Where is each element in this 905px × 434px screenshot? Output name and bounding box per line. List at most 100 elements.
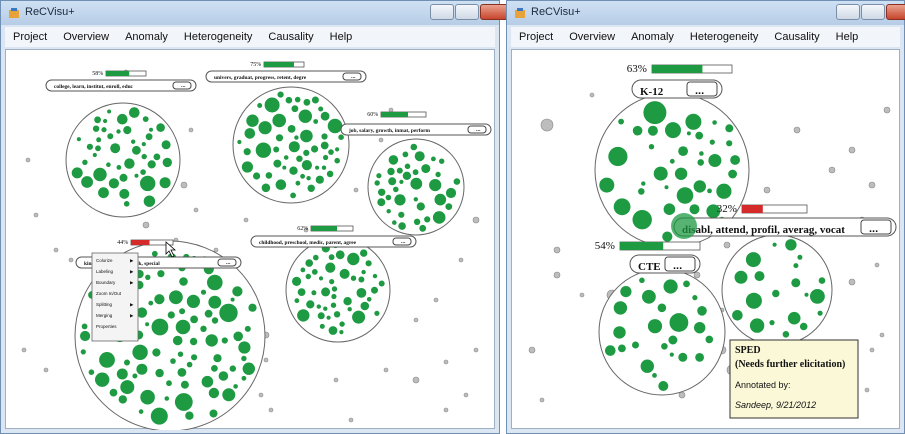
outlier-node[interactable] bbox=[763, 186, 771, 194]
outlier-node[interactable] bbox=[848, 278, 856, 286]
document-node[interactable] bbox=[632, 210, 652, 230]
document-node[interactable] bbox=[294, 96, 301, 103]
document-node[interactable] bbox=[306, 176, 311, 181]
document-node[interactable] bbox=[232, 286, 243, 297]
document-node[interactable] bbox=[431, 156, 436, 162]
document-node[interactable] bbox=[360, 301, 370, 311]
document-node[interactable] bbox=[402, 171, 412, 180]
document-node[interactable] bbox=[273, 159, 282, 168]
outlier-node[interactable] bbox=[553, 246, 561, 254]
outlier-node[interactable] bbox=[443, 407, 449, 413]
outlier-node[interactable] bbox=[21, 347, 27, 353]
document-node[interactable] bbox=[328, 149, 334, 155]
document-node[interactable] bbox=[132, 373, 138, 379]
document-node[interactable] bbox=[156, 123, 165, 132]
document-node[interactable] bbox=[620, 286, 632, 298]
document-node[interactable] bbox=[692, 295, 698, 301]
document-node[interactable] bbox=[116, 129, 121, 134]
document-node[interactable] bbox=[613, 198, 631, 216]
document-node[interactable] bbox=[671, 213, 697, 239]
document-node[interactable] bbox=[255, 142, 272, 158]
document-node[interactable] bbox=[248, 303, 257, 312]
document-node[interactable] bbox=[810, 289, 825, 304]
document-node[interactable] bbox=[799, 322, 808, 331]
document-node[interactable] bbox=[705, 335, 714, 344]
document-node[interactable] bbox=[347, 307, 352, 312]
document-node[interactable] bbox=[95, 145, 101, 152]
document-node[interactable] bbox=[207, 274, 223, 291]
document-node[interactable] bbox=[347, 252, 360, 266]
document-node[interactable] bbox=[297, 309, 310, 322]
menu-causality[interactable]: Causality bbox=[766, 31, 827, 43]
document-node[interactable] bbox=[282, 165, 287, 170]
document-node[interactable] bbox=[335, 147, 340, 152]
document-node[interactable] bbox=[200, 325, 207, 332]
document-node[interactable] bbox=[123, 201, 130, 207]
document-node[interactable] bbox=[315, 165, 320, 170]
document-node[interactable] bbox=[155, 368, 164, 378]
document-node[interactable] bbox=[398, 211, 405, 218]
document-node[interactable] bbox=[745, 252, 761, 268]
outlier-node[interactable] bbox=[473, 347, 479, 353]
document-node[interactable] bbox=[365, 260, 372, 267]
document-node[interactable] bbox=[643, 101, 667, 125]
document-node[interactable] bbox=[661, 343, 668, 350]
document-node[interactable] bbox=[745, 292, 762, 309]
document-node[interactable] bbox=[434, 193, 447, 206]
document-node[interactable] bbox=[186, 294, 200, 308]
document-node[interactable] bbox=[393, 186, 399, 193]
document-node[interactable] bbox=[99, 352, 115, 368]
context-menu-item[interactable]: Colorize bbox=[96, 258, 113, 263]
document-node[interactable] bbox=[98, 187, 109, 199]
document-node[interactable] bbox=[429, 179, 442, 192]
document-node[interactable] bbox=[641, 181, 646, 186]
outlier-node[interactable] bbox=[413, 317, 419, 323]
menu-help[interactable]: Help bbox=[322, 31, 361, 43]
document-node[interactable] bbox=[642, 289, 656, 304]
document-node[interactable] bbox=[145, 274, 151, 280]
document-node[interactable] bbox=[303, 98, 311, 106]
document-node[interactable] bbox=[709, 139, 715, 145]
document-node[interactable] bbox=[140, 389, 155, 405]
document-node[interactable] bbox=[108, 178, 119, 189]
document-node[interactable] bbox=[124, 359, 130, 366]
document-node[interactable] bbox=[141, 142, 146, 147]
cluster-map[interactable]: 63% K-12 ... 32% disabl, attend, profil, ave… bbox=[512, 50, 901, 430]
document-node[interactable] bbox=[648, 144, 655, 150]
minimize-button[interactable] bbox=[430, 4, 454, 20]
document-node[interactable] bbox=[318, 106, 324, 112]
document-node[interactable] bbox=[334, 157, 341, 164]
outlier-node[interactable] bbox=[883, 106, 891, 114]
document-node[interactable] bbox=[237, 139, 242, 145]
document-node[interactable] bbox=[319, 323, 325, 329]
document-node[interactable] bbox=[321, 133, 328, 140]
document-node[interactable] bbox=[313, 254, 319, 261]
document-node[interactable] bbox=[242, 362, 255, 375]
document-node[interactable] bbox=[320, 141, 329, 150]
document-node[interactable] bbox=[432, 211, 446, 224]
outlier-node[interactable] bbox=[540, 118, 554, 132]
document-node[interactable] bbox=[399, 179, 404, 184]
document-node[interactable] bbox=[404, 163, 411, 170]
menu-overview[interactable]: Overview bbox=[55, 31, 117, 43]
cluster-map[interactable]: 58% college, learn, institut, enroll, edu… bbox=[6, 50, 496, 430]
document-node[interactable] bbox=[361, 269, 366, 275]
document-node[interactable] bbox=[725, 124, 734, 133]
menu-heterogeneity[interactable]: Heterogeneity bbox=[176, 31, 261, 43]
document-node[interactable] bbox=[132, 344, 148, 360]
document-node[interactable] bbox=[316, 304, 321, 309]
document-node[interactable] bbox=[191, 354, 198, 361]
visualization-canvas[interactable]: 63% K-12... 32% disabl, attend, profil, ave… bbox=[511, 49, 900, 429]
outlier-node[interactable] bbox=[180, 181, 188, 189]
document-node[interactable] bbox=[185, 411, 194, 420]
document-node[interactable] bbox=[289, 166, 298, 175]
document-node[interactable] bbox=[204, 309, 213, 318]
document-node[interactable] bbox=[301, 160, 312, 171]
document-node[interactable] bbox=[264, 97, 280, 113]
document-node[interactable] bbox=[81, 323, 88, 330]
document-node[interactable] bbox=[330, 302, 337, 308]
document-node[interactable] bbox=[699, 151, 704, 156]
outlier-node[interactable] bbox=[472, 216, 480, 224]
document-node[interactable] bbox=[669, 352, 674, 357]
document-node[interactable] bbox=[230, 297, 235, 302]
